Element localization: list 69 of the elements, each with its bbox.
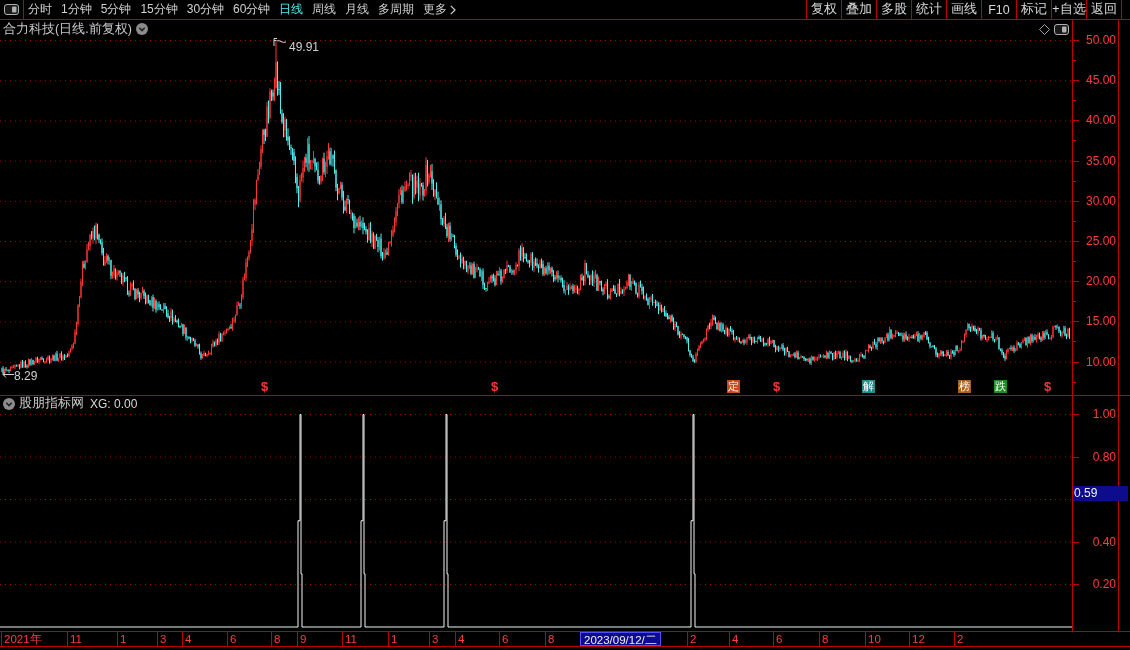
date-axis-label: 9: [297, 632, 307, 646]
stock-title: 合力科技(日线.前复权): [3, 20, 132, 38]
axis-label: 25.00: [1085, 234, 1116, 248]
period-tab[interactable]: 周线: [312, 1, 337, 18]
date-axis-label: 8: [271, 632, 281, 646]
axis-label: 1.00: [1092, 407, 1116, 421]
diamond-icon[interactable]: [1039, 23, 1050, 35]
period-tab[interactable]: 60分钟: [233, 1, 271, 18]
date-axis-label: 11: [67, 632, 82, 646]
signal-mark: $: [261, 380, 269, 393]
event-tag: 解: [862, 380, 875, 393]
cursor-value-label: 0.59: [1073, 486, 1128, 501]
indicator-title: 股朋指标网: [19, 395, 84, 412]
date-axis-label: 4: [182, 632, 192, 646]
date-axis-label: 2: [687, 632, 697, 646]
period-tab[interactable]: 月线: [345, 1, 370, 18]
axis-label: 15.00: [1085, 314, 1116, 328]
axis-label: 0.20: [1092, 577, 1116, 591]
date-axis-label: 4: [455, 632, 465, 646]
period-tab[interactable]: 1分钟: [61, 1, 92, 18]
axis-label: 45.00: [1085, 73, 1116, 87]
date-axis-label: 12: [909, 632, 925, 646]
period-tab[interactable]: 30分钟: [186, 1, 225, 18]
axis-label: 0.40: [1092, 535, 1116, 549]
date-axis-label: 1: [388, 632, 398, 646]
signal-mark: $: [773, 380, 781, 393]
axis-label: 40.00: [1085, 113, 1116, 127]
date-axis-label: 2: [954, 632, 964, 646]
date-axis-label: 8: [545, 632, 555, 646]
axis-label: 30.00: [1085, 194, 1116, 208]
flag-icon: [273, 38, 287, 46]
event-tag: 定: [727, 380, 740, 393]
toolbar-button[interactable]: +自选: [1051, 0, 1086, 19]
period-tab[interactable]: 更多: [423, 1, 457, 18]
period-tab[interactable]: 5分钟: [100, 1, 132, 18]
chevron-right-icon: [450, 4, 457, 15]
panel-toggle-icon[interactable]: [4, 4, 19, 15]
date-axis-label: 4: [729, 632, 739, 646]
axis-label: 0.80: [1092, 450, 1116, 464]
chevron-down-circle-icon[interactable]: [135, 23, 148, 35]
panel-toggle-icon[interactable]: [1054, 23, 1069, 35]
low-price-label: 8.29: [14, 370, 38, 382]
date-axis-label: 2021年: [1, 632, 42, 646]
event-tag: 跌: [994, 380, 1007, 393]
axis-label: 35.00: [1085, 154, 1116, 168]
signal-mark: $: [1044, 380, 1052, 393]
date-axis-label: 8: [819, 632, 829, 646]
signal-mark: $: [491, 380, 499, 393]
indicator-reading: XG: 0.00: [90, 396, 138, 411]
axis-label: 10.00: [1085, 355, 1116, 369]
axis-label: 50.00: [1085, 33, 1116, 47]
date-axis-label: 3: [429, 632, 439, 646]
date-axis-label: 6: [499, 632, 509, 646]
date-axis-label: 6: [773, 632, 783, 646]
chevron-down-circle-icon[interactable]: [3, 397, 15, 410]
axis-label: 20.00: [1085, 274, 1116, 288]
high-price-label: 49.91: [289, 41, 320, 53]
date-axis-label: 6: [227, 632, 237, 646]
arrow-left-icon: [2, 371, 14, 378]
date-axis-label: 1: [117, 632, 127, 646]
period-tab[interactable]: 多周期: [378, 1, 415, 18]
cursor-date-label: 2023/09/12/二: [580, 632, 661, 646]
period-tab[interactable]: 分时: [28, 1, 52, 18]
date-axis-label: 10: [865, 632, 881, 646]
date-axis-label: 11: [342, 632, 357, 646]
period-tab[interactable]: 日线: [279, 1, 304, 18]
period-tab[interactable]: 15分钟: [140, 1, 178, 18]
date-axis-label: 3: [157, 632, 167, 646]
event-tag: 榜: [958, 380, 971, 393]
